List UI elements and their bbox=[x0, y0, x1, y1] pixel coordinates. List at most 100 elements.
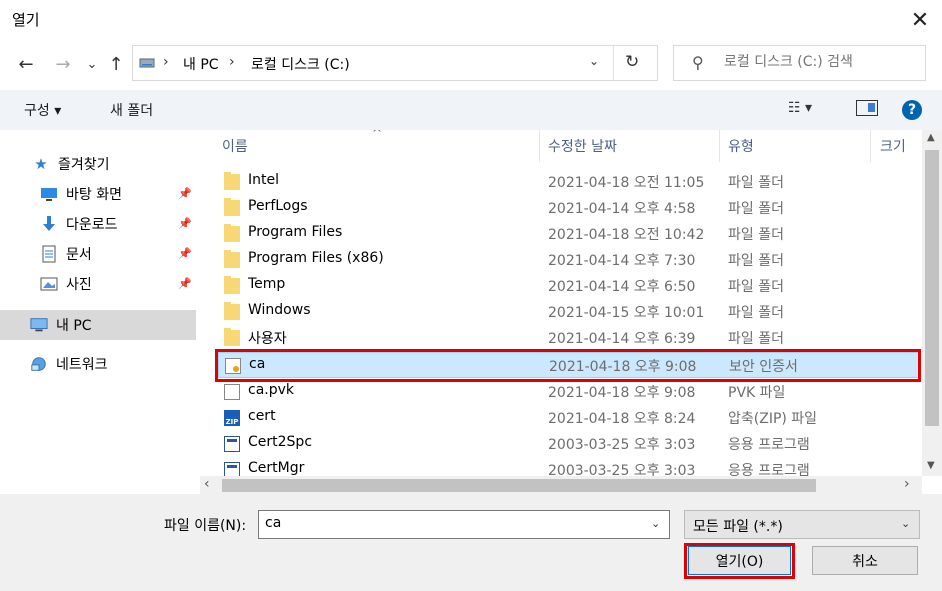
back-button[interactable]: ← bbox=[12, 48, 40, 80]
filename-combobox[interactable]: ⌄ bbox=[258, 510, 670, 539]
pin-icon[interactable]: 📌 bbox=[178, 217, 192, 230]
pin-icon[interactable]: 📌 bbox=[178, 277, 192, 290]
file-type: 파일 폴더 bbox=[728, 227, 784, 243]
file-date: 2021-04-15 오후 10:01 bbox=[548, 305, 705, 321]
breadcrumb-local-disk[interactable]: 로컬 디스크 (C:) bbox=[251, 54, 350, 74]
file-icon bbox=[224, 384, 240, 400]
file-date: 2021-04-14 오후 7:30 bbox=[548, 253, 696, 269]
filename-input[interactable] bbox=[265, 515, 635, 531]
file-date: 2021-04-14 오후 4:58 bbox=[548, 201, 696, 217]
breadcrumb-this-pc[interactable]: 내 PC bbox=[183, 54, 219, 74]
sidebar-item-label: 문서 bbox=[66, 247, 92, 263]
star-icon: ★ bbox=[34, 155, 48, 173]
chevron-down-icon[interactable]: ⌄ bbox=[901, 517, 910, 530]
vertical-scrollbar[interactable]: ▲ ▼ bbox=[922, 130, 942, 476]
cancel-button[interactable]: 취소 bbox=[812, 546, 918, 575]
forward-button[interactable]: → bbox=[50, 48, 76, 80]
up-arrow-icon: ↑ bbox=[108, 53, 124, 75]
documents-icon bbox=[40, 245, 58, 263]
sidebar-item-quick-access[interactable]: ★ 즐겨찾기 bbox=[32, 150, 110, 178]
column-header-size[interactable]: 크기 bbox=[880, 136, 906, 156]
file-type: 파일 폴더 bbox=[728, 201, 784, 217]
file-name: PerfLogs bbox=[248, 198, 308, 214]
pin-icon[interactable]: 📌 bbox=[178, 187, 192, 200]
new-folder-button[interactable]: 새 폴더 bbox=[110, 100, 153, 120]
chevron-down-icon: ⌄ bbox=[86, 56, 98, 72]
sidebar-item-network[interactable]: 네트워크 bbox=[30, 350, 108, 378]
scroll-right-icon[interactable]: › bbox=[904, 476, 910, 492]
column-header-name[interactable]: 이름 bbox=[222, 136, 248, 156]
file-row-certmgr[interactable]: CertMgr 2003-03-25 오후 3:03 응용 프로그램 bbox=[218, 457, 920, 476]
file-row-perflogs[interactable]: PerfLogs 2021-04-14 오후 4:58 파일 폴더 bbox=[218, 195, 920, 221]
window-title: 열기 bbox=[12, 11, 40, 29]
organize-button[interactable]: 구성 ▾ bbox=[24, 100, 61, 120]
recent-locations-button[interactable]: ⌄ bbox=[84, 48, 100, 80]
sidebar-item-documents[interactable]: 문서 bbox=[40, 240, 92, 268]
pin-icon[interactable]: 📌 bbox=[178, 247, 192, 260]
column-header-type[interactable]: 유형 bbox=[728, 136, 754, 156]
sidebar-item-label: 즐겨찾기 bbox=[58, 157, 110, 173]
refresh-icon[interactable]: ↻ bbox=[625, 52, 639, 72]
file-row-ca-pvk[interactable]: ca.pvk 2021-04-18 오후 9:08 PVK 파일 bbox=[218, 379, 920, 405]
sort-ascending-icon: ^ bbox=[372, 130, 383, 140]
back-arrow-icon: ← bbox=[18, 53, 34, 75]
highlight-outline bbox=[684, 543, 795, 579]
horizontal-scroll-thumb[interactable] bbox=[222, 479, 816, 492]
file-row-cert[interactable]: ZIP cert 2021-04-18 오후 8:24 압축(ZIP) 파일 bbox=[218, 405, 920, 431]
folder-icon bbox=[224, 224, 240, 242]
file-type: PVK 파일 bbox=[728, 385, 786, 401]
help-button[interactable]: ? bbox=[902, 100, 922, 120]
filename-label: 파일 이름(N): bbox=[164, 518, 247, 534]
highlight-outline bbox=[215, 349, 921, 382]
address-dropdown-icon[interactable]: ⌄ bbox=[589, 54, 599, 68]
sidebar-item-pictures[interactable]: 사진 bbox=[40, 270, 92, 298]
forward-arrow-icon: → bbox=[55, 53, 71, 75]
scroll-left-icon[interactable]: ‹ bbox=[204, 476, 210, 492]
scroll-down-icon[interactable]: ▼ bbox=[927, 460, 935, 471]
sidebar-item-downloads[interactable]: 다운로드 bbox=[40, 210, 118, 238]
file-row-intel[interactable]: Intel 2021-04-18 오전 11:05 파일 폴더 bbox=[218, 169, 920, 195]
file-type: 파일 폴더 bbox=[728, 305, 784, 321]
file-type: 응용 프로그램 bbox=[728, 437, 810, 453]
application-icon bbox=[224, 462, 240, 476]
file-name: CertMgr bbox=[248, 460, 305, 476]
file-row-program-files[interactable]: Program Files 2021-04-18 오전 10:42 파일 폴더 bbox=[218, 221, 920, 247]
preview-pane-icon[interactable] bbox=[856, 100, 878, 116]
drive-icon bbox=[139, 58, 155, 68]
close-button[interactable]: ✕ bbox=[900, 2, 940, 38]
close-icon: ✕ bbox=[910, 7, 930, 33]
column-divider[interactable] bbox=[539, 130, 540, 162]
file-date: 2021-04-18 오전 10:42 bbox=[548, 227, 705, 243]
file-date: 2003-03-25 오후 3:03 bbox=[548, 463, 696, 476]
file-list: ^ 이름 수정한 날짜 유형 크기 Intel 2021-04-18 오전 11… bbox=[200, 130, 922, 476]
vertical-scroll-thumb[interactable] bbox=[925, 150, 939, 426]
search-box[interactable]: ⚲ bbox=[673, 45, 926, 81]
bottom-panel: 파일 이름(N): ⌄ 모든 파일 (*.*) ⌄ 열기(O) 취소 bbox=[0, 494, 942, 591]
column-divider[interactable] bbox=[870, 130, 871, 162]
sidebar-item-this-pc[interactable]: 내 PC bbox=[30, 311, 92, 339]
address-divider bbox=[613, 46, 614, 80]
network-icon bbox=[30, 355, 48, 373]
file-type-filter[interactable]: 모든 파일 (*.*) ⌄ bbox=[684, 510, 920, 539]
column-header-date[interactable]: 수정한 날짜 bbox=[548, 136, 617, 156]
file-name: Windows bbox=[248, 302, 311, 318]
command-bar: 구성 ▾ 새 폴더 ☷ ▾ bbox=[0, 90, 942, 130]
file-row-program-files-x86[interactable]: Program Files (x86) 2021-04-14 오후 7:30 파… bbox=[218, 247, 920, 273]
search-input[interactable] bbox=[724, 54, 914, 70]
sidebar-item-label: 사진 bbox=[66, 277, 92, 293]
file-row-windows[interactable]: Windows 2021-04-15 오후 10:01 파일 폴더 bbox=[218, 299, 920, 325]
address-bar[interactable]: › 내 PC › 로컬 디스크 (C:) ⌄ ↻ bbox=[132, 45, 658, 81]
change-view-button[interactable]: ☷ ▾ bbox=[788, 100, 812, 116]
chevron-down-icon[interactable]: ⌄ bbox=[651, 517, 660, 530]
up-button[interactable]: ↑ bbox=[104, 48, 128, 80]
column-divider[interactable] bbox=[719, 130, 720, 162]
file-row-temp[interactable]: Temp 2021-04-14 오후 6:50 파일 폴더 bbox=[218, 273, 920, 299]
sidebar-item-desktop[interactable]: 바탕 화면 bbox=[40, 180, 122, 208]
file-row-users[interactable]: 사용자 2021-04-14 오후 6:39 파일 폴더 bbox=[218, 325, 920, 351]
scroll-up-icon[interactable]: ▲ bbox=[927, 132, 935, 143]
horizontal-scrollbar[interactable]: ‹ › bbox=[200, 476, 922, 494]
pictures-icon bbox=[40, 275, 58, 293]
file-row-cert2spc[interactable]: Cert2Spc 2003-03-25 오후 3:03 응용 프로그램 bbox=[218, 431, 920, 457]
file-type: 파일 폴더 bbox=[728, 331, 784, 347]
desktop-icon bbox=[40, 185, 58, 203]
